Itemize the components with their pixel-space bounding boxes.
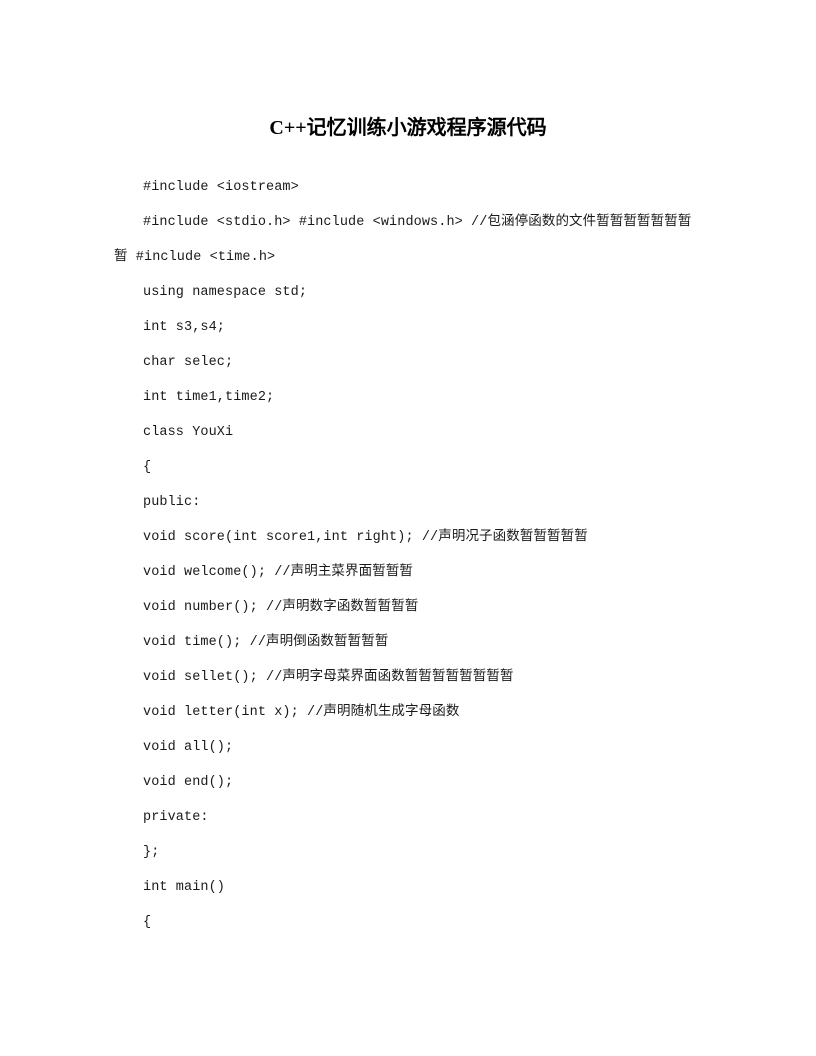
code-line: using namespace std; [143, 285, 308, 300]
code-line: }; [143, 845, 160, 860]
code-line: void time(); //声明倒函数暂暂暂暂 [143, 635, 389, 650]
code-line: void score(int score1,int right); //声明况子… [143, 530, 588, 545]
code-line: int s3,s4; [143, 320, 226, 335]
code-line: void letter(int x); //声明随机生成字母函数 [143, 705, 460, 720]
code-line: void number(); //声明数字函数暂暂暂暂 [143, 600, 419, 615]
source-code-body: #include <iostream> #include <stdio.h> #… [114, 170, 702, 940]
code-line: void welcome(); //声明主菜界面暂暂暂 [143, 565, 414, 580]
code-line: { [143, 460, 152, 475]
code-line: class YouXi [143, 425, 234, 440]
code-line: #include <stdio.h> #include <windows.h> … [114, 215, 692, 265]
code-line: void all(); [143, 740, 234, 755]
code-line: void sellet(); //声明字母菜界面函数暂暂暂暂暂暂暂暂 [143, 670, 514, 685]
code-line: { [143, 915, 152, 930]
code-line: int main() [143, 880, 226, 895]
code-line: public: [143, 495, 201, 510]
page-title: C++记忆训练小游戏程序源代码 [269, 117, 547, 139]
code-line: private: [143, 810, 209, 825]
code-line: void end(); [143, 775, 234, 790]
code-line: #include <iostream> [143, 180, 299, 195]
code-line: char selec; [143, 355, 234, 370]
document-page: C++记忆训练小游戏程序源代码 #include <iostream> #inc… [0, 0, 816, 1056]
code-line: int time1,time2; [143, 390, 275, 405]
